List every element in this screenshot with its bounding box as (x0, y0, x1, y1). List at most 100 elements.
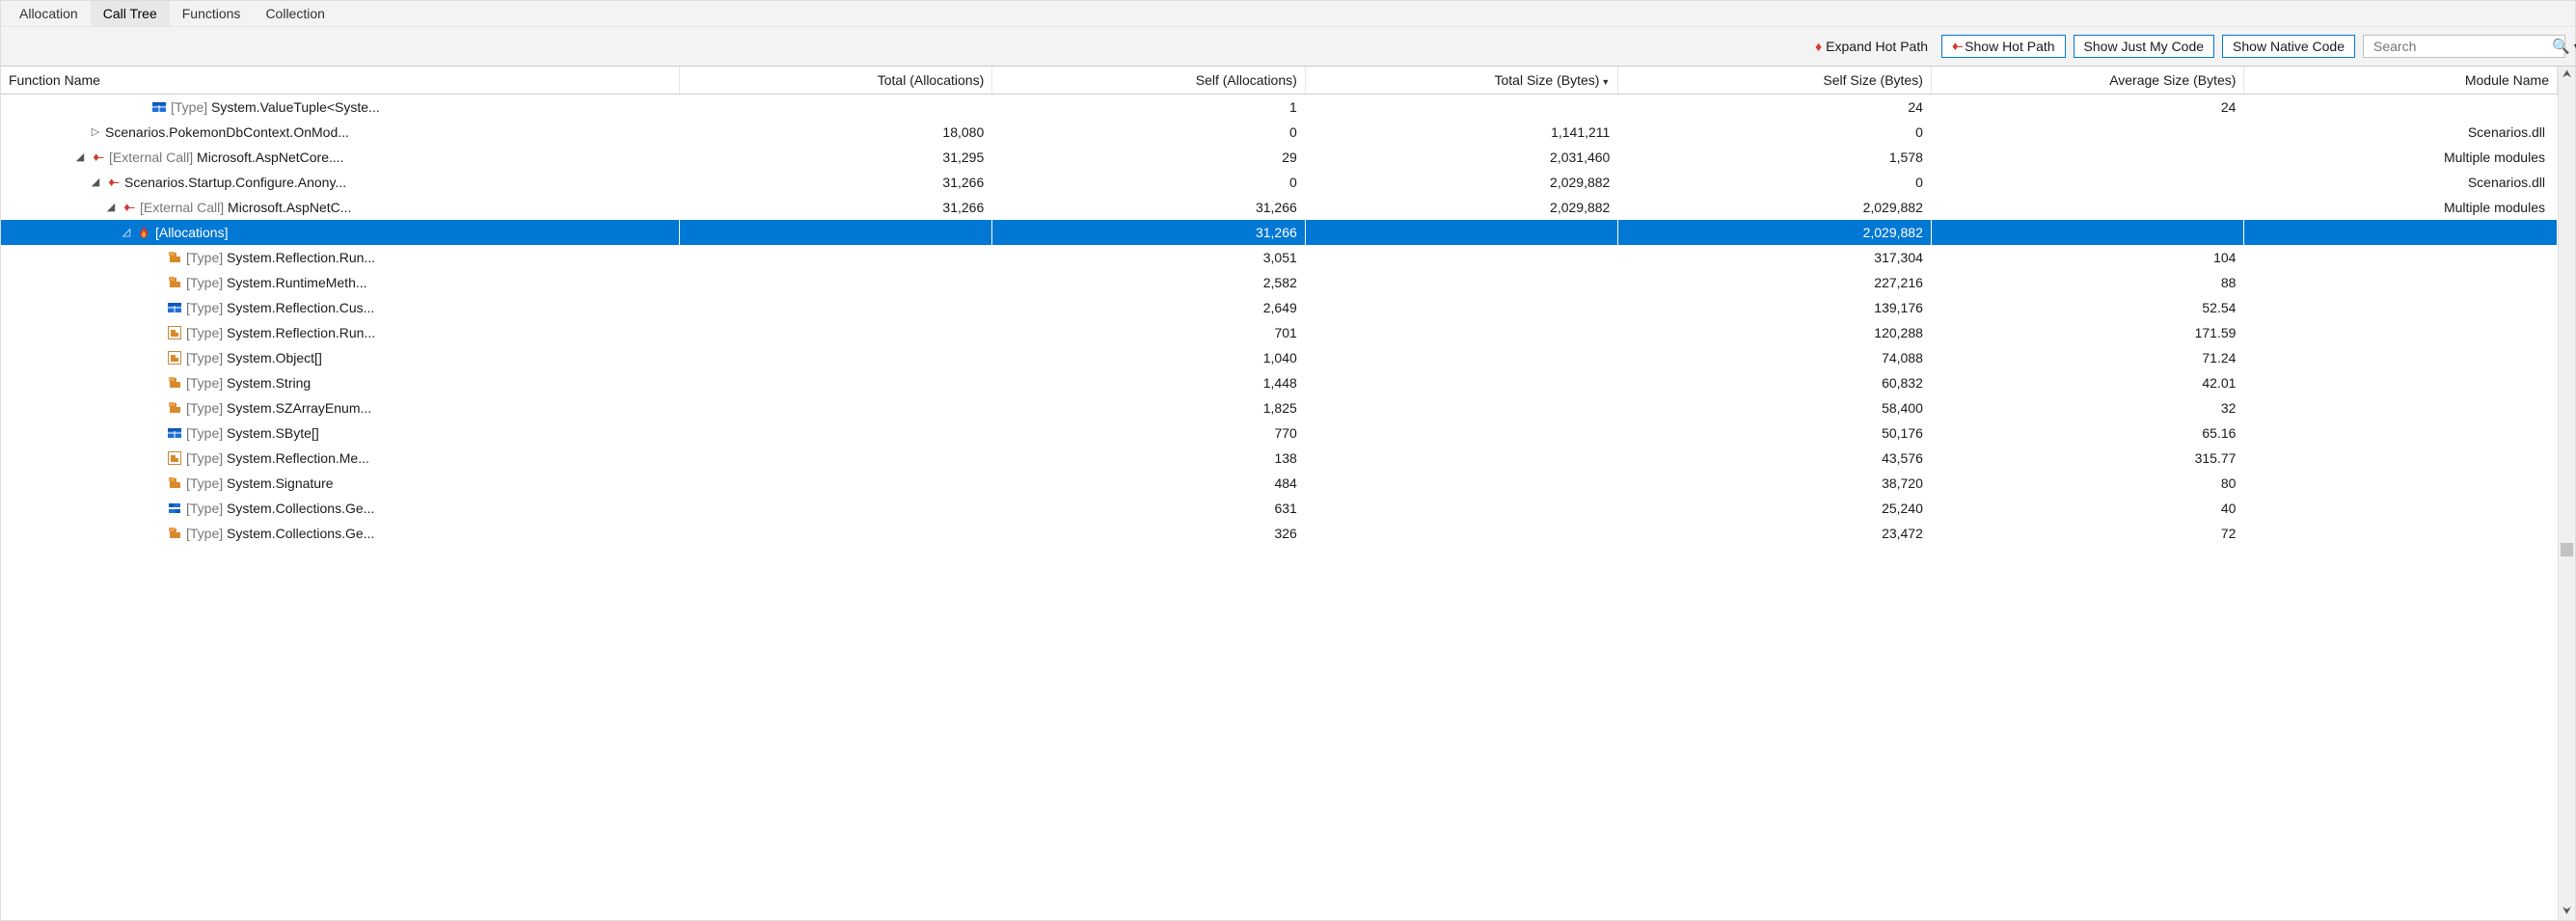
function-label: [Type] System.Object[] (186, 350, 322, 366)
cell-total-size: 2,031,460 (1305, 145, 1618, 170)
row-prefix: [Type] (186, 250, 223, 265)
table-row[interactable]: [Type] System.Collections.Ge...32623,472… (1, 521, 2558, 546)
show-hot-path-button[interactable]: ♦⎯ Show Hot Path (1941, 35, 2066, 58)
cell-avg-size: 104 (1931, 245, 2244, 270)
cell-self-size: 120,288 (1618, 320, 1932, 345)
hot-path-icon: ♦⎯ (1952, 39, 1961, 54)
row-prefix: [External Call] (109, 149, 193, 165)
row-prefix: [Type] (186, 526, 223, 541)
table-row[interactable]: [Type] System.Reflection.Run...701120,28… (1, 320, 2558, 345)
cell-module (2244, 220, 2558, 245)
cell-self-alloc: 1,825 (992, 395, 1306, 420)
function-label: [Type] System.Reflection.Me... (186, 450, 369, 466)
tab-collection[interactable]: Collection (253, 1, 337, 26)
col-total-alloc[interactable]: Total (Allocations) (679, 67, 992, 95)
function-label: [Type] System.Signature (186, 475, 334, 491)
cell-total-size (1305, 320, 1618, 345)
cell-avg-size (1931, 220, 2244, 245)
search-icon[interactable]: 🔍 (2550, 38, 2572, 55)
cell-self-size: 2,029,882 (1618, 195, 1932, 220)
show-just-my-code-label: Show Just My Code (2084, 39, 2205, 54)
cell-module: Scenarios.dll (2244, 120, 2558, 145)
table-row[interactable]: [Type] System.Signature48438,72080 (1, 471, 2558, 496)
table-body: [Type] System.ValueTuple<Syste...12424▷S… (1, 95, 2558, 546)
cell-function-name: [Type] System.Reflection.Cus... (1, 295, 679, 320)
tab-allocation[interactable]: Allocation (7, 1, 91, 26)
col-function-name[interactable]: Function Name (1, 67, 679, 95)
col-module-name[interactable]: Module Name (2244, 67, 2558, 95)
scroll-track[interactable] (2559, 81, 2575, 906)
function-label: [Type] System.RuntimeMeth... (186, 275, 367, 290)
cell-self-size: 227,216 (1618, 270, 1932, 295)
cell-total-size (1305, 245, 1618, 270)
table-row[interactable]: [Type] System.SByte[]77050,17665.16 (1, 420, 2558, 446)
cell-module (2244, 320, 2558, 345)
show-native-code-label: Show Native Code (2233, 39, 2345, 54)
col-total-size-label: Total Size (Bytes) (1494, 72, 1599, 88)
expander-icon[interactable]: ◿ (121, 226, 132, 238)
table-row[interactable]: [Type] System.Collections.Ge...63125,240… (1, 496, 2558, 521)
struct-icon (167, 300, 182, 315)
show-native-code-button[interactable]: Show Native Code (2222, 35, 2355, 58)
cell-self-size: 58,400 (1618, 395, 1932, 420)
table-row[interactable]: [Type] System.SZArrayEnum...1,82558,4003… (1, 395, 2558, 420)
cell-total-alloc (679, 270, 992, 295)
cell-total-size (1305, 496, 1618, 521)
scroll-thumb[interactable] (2561, 543, 2573, 556)
cell-total-alloc: 31,266 (679, 170, 992, 195)
expand-hot-path-link[interactable]: ♦ Expand Hot Path (1809, 37, 1934, 56)
cell-total-alloc (679, 220, 992, 245)
table-row[interactable]: [Type] System.Reflection.Cus...2,649139,… (1, 295, 2558, 320)
cell-function-name: ◢♦⎯[External Call] Microsoft.AspNetC... (1, 195, 679, 220)
scroll-down-icon[interactable]: ⮟ (2562, 906, 2571, 918)
cell-function-name: [Type] System.RuntimeMeth... (1, 270, 679, 295)
cell-module: Multiple modules (2244, 195, 2558, 220)
table-row[interactable]: [Type] System.Reflection.Run...3,051317,… (1, 245, 2558, 270)
call-tree-grid[interactable]: Function Name Total (Allocations) Self (… (1, 67, 2558, 920)
cell-total-alloc (679, 521, 992, 546)
cell-self-alloc: 29 (992, 145, 1306, 170)
class-icon (167, 250, 182, 265)
cell-function-name: ◢♦⎯[External Call] Microsoft.AspNetCore.… (1, 145, 679, 170)
expander-icon[interactable]: ◢ (74, 150, 86, 163)
cell-function-name: ◢♦⎯Scenarios.Startup.Configure.Anony... (1, 170, 679, 195)
cell-function-name: ▷Scenarios.PokemonDbContext.OnMod... (1, 120, 679, 145)
cell-function-name: [Type] System.SZArrayEnum... (1, 395, 679, 420)
tab-functions[interactable]: Functions (170, 1, 254, 26)
search-box[interactable]: 🔍 ▾ (2363, 35, 2565, 58)
table-row[interactable]: ◢♦⎯[External Call] Microsoft.AspNetC... 3… (1, 195, 2558, 220)
cell-self-alloc: 31,266 (992, 195, 1306, 220)
cell-avg-size: 80 (1931, 471, 2244, 496)
tab-call-tree[interactable]: Call Tree (91, 1, 170, 26)
cell-total-size (1305, 295, 1618, 320)
table-row[interactable]: [Type] System.Object[]1,04074,08871.24 (1, 345, 2558, 370)
search-input[interactable] (2372, 36, 2550, 57)
cell-module: Scenarios.dll (2244, 170, 2558, 195)
expander-icon[interactable]: ◢ (90, 176, 101, 188)
cell-module (2244, 420, 2558, 446)
table-row[interactable]: [Type] System.Reflection.Me...13843,5763… (1, 446, 2558, 471)
table-row[interactable]: ◿[Allocations]31,2662,029,882 (1, 220, 2558, 245)
table-row[interactable]: [Type] System.RuntimeMeth...2,582227,216… (1, 270, 2558, 295)
cell-function-name: [Type] System.String (1, 370, 679, 395)
cell-total-size (1305, 95, 1618, 120)
col-avg-size[interactable]: Average Size (Bytes) (1931, 67, 2244, 95)
row-prefix: [Type] (186, 375, 223, 391)
table-row[interactable]: ◢♦⎯[External Call] Microsoft.AspNetCore.… (1, 145, 2558, 170)
search-dropdown-icon[interactable]: ▾ (2572, 41, 2576, 52)
function-label: [Type] System.Reflection.Run... (186, 250, 375, 265)
table-row[interactable]: [Type] System.String1,44860,83242.01 (1, 370, 2558, 395)
table-row[interactable]: ◢♦⎯Scenarios.Startup.Configure.Anony...3… (1, 170, 2558, 195)
expander-icon[interactable]: ◢ (105, 201, 117, 213)
expander-icon[interactable]: ▷ (90, 125, 101, 138)
table-row[interactable]: [Type] System.ValueTuple<Syste...12424 (1, 95, 2558, 120)
table-row[interactable]: ▷Scenarios.PokemonDbContext.OnMod...18,0… (1, 120, 2558, 145)
show-just-my-code-button[interactable]: Show Just My Code (2074, 35, 2215, 58)
col-total-size[interactable]: Total Size (Bytes)▼ (1305, 67, 1618, 95)
scroll-up-icon[interactable]: ⮝ (2562, 68, 2571, 81)
header-row: Function Name Total (Allocations) Self (… (1, 67, 2558, 95)
vertical-scrollbar[interactable]: ⮝ ⮟ (2558, 67, 2575, 920)
col-self-size[interactable]: Self Size (Bytes) (1618, 67, 1932, 95)
toolbar: ♦ Expand Hot Path ♦⎯ Show Hot Path Show … (1, 27, 2575, 67)
col-self-alloc[interactable]: Self (Allocations) (992, 67, 1306, 95)
